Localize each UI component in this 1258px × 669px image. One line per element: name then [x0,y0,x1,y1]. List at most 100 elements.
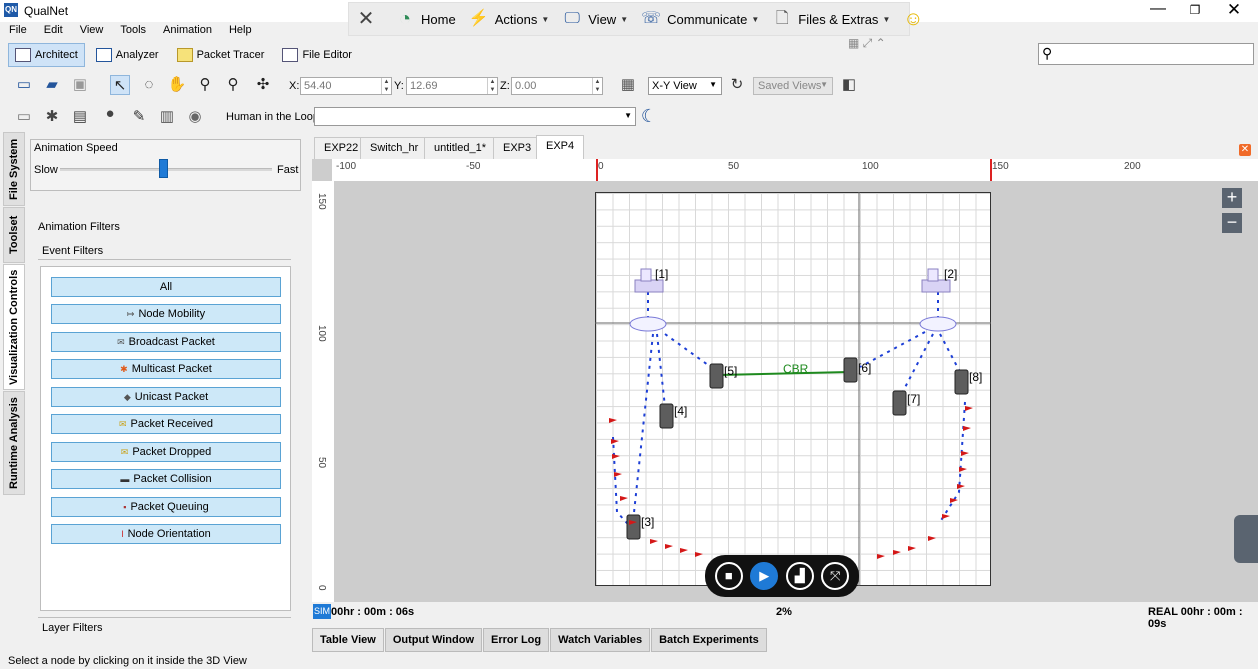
step-button[interactable]: ▟ [785,562,814,590]
search-input[interactable] [1038,43,1254,65]
menu-view[interactable]: View [71,22,112,38]
menu-tools[interactable]: Tools [111,22,154,38]
window-layout-icon[interactable]: ◧ [839,75,859,95]
run-config-icon[interactable]: ▭ [14,107,34,127]
filter-packet-queuing-button[interactable]: ▪ Packet Queuing [51,497,281,517]
spinner-icon[interactable]: ▲ ▼ [381,78,391,94]
mode-packet-tracer-label: Packet Tracer [196,49,265,61]
mode-packet-tracer[interactable]: Packet Tracer [170,43,272,67]
tab-untitled-1[interactable]: untitled_1* [424,137,496,159]
hitl-command-input[interactable]: ▼ [314,107,636,126]
grid-settings-icon[interactable]: ▦ [618,75,638,95]
broadcast-packet-icon: ✉ [117,337,125,347]
tab-output-window[interactable]: Output Window [384,628,482,652]
network-topology[interactable]: CBR [1] [2] [3] [4] [5] [6] [7] [8] [595,192,991,586]
tab-error-log[interactable]: Error Log [483,628,550,652]
filter-packet-dropped-button[interactable]: ✉ Packet Dropped [51,442,281,462]
filter-label: Multicast Packet [131,363,212,375]
waypoint-flags [609,406,973,559]
filter-all-button[interactable]: All [51,277,281,297]
architect-icon [15,48,31,62]
stop-button[interactable]: ■ [714,562,743,590]
z-label: Z: [500,80,510,92]
menu-file[interactable]: File [0,22,35,38]
tab-exp3[interactable]: EXP3 [493,137,542,159]
tab-switch-hr[interactable]: Switch_hr [360,137,429,159]
open-folder-icon[interactable]: ▰ [42,75,62,95]
actions-menu-button[interactable]: ⚡ Actions ▼ [468,8,550,30]
sidetab-visualization-controls[interactable]: Visualization Controls [3,264,25,390]
app-title: QualNet [24,4,69,18]
side-panel-handle[interactable] [1234,515,1258,563]
spinner-icon[interactable]: ▲ ▼ [592,78,602,94]
z-coordinate-field[interactable]: 0.00 ▲ ▼ [511,77,603,95]
view-menu-button[interactable]: 🖵 View ▼ [561,8,629,30]
filter-multicast-packet-button[interactable]: ✱ Multicast Packet [51,359,281,379]
pan-hand-icon[interactable]: ✋ [167,75,187,95]
sim-badge: SIM [313,604,331,619]
wireless-subnet-cloud-icon [919,316,957,332]
mode-analyzer[interactable]: Analyzer [89,43,166,67]
mode-architect[interactable]: Architect [8,43,85,67]
view-monitor-icon: 🖵 [564,10,580,27]
slider-thumb[interactable] [159,159,169,178]
feedback-button[interactable]: ☺ [902,8,929,30]
lasso-icon[interactable]: ◌ [139,75,159,95]
sidetab-file-system[interactable]: File System [3,132,25,206]
ruler-tick: 150 [992,161,1009,172]
x-coordinate-field[interactable]: 54.40 ▲ ▼ [300,77,392,95]
play-button[interactable]: ▶ [750,562,779,590]
menu-help[interactable]: Help [220,22,260,38]
clapperboard-icon[interactable]: ▤ [70,107,90,127]
saved-views-select[interactable]: Saved Views ▼ [753,77,833,95]
filter-packet-collision-button[interactable]: ▬ Packet Collision [51,469,281,489]
filter-node-mobility-button[interactable]: ↦ Node Mobility [51,304,281,324]
rotate-axes-icon[interactable]: ✣ [253,75,273,95]
communicate-menu-button[interactable]: ☏ Communicate ▼ [640,8,759,30]
zoom-region-icon[interactable]: ⚲ [223,75,243,95]
edit-notes-icon[interactable]: ✎ [129,107,149,127]
reset-view-icon[interactable]: ↻ [727,75,747,95]
ruler-extent-marker [990,159,992,181]
hitl-submit-icon[interactable]: ☾ [639,106,659,126]
filter-broadcast-packet-button[interactable]: ✉ Broadcast Packet [51,332,281,352]
select-pointer-icon[interactable]: ↖ [110,75,130,95]
filter-unicast-packet-button[interactable]: ◆ Unicast Packet [51,387,281,407]
status-message: Select a node by clicking on it inside t… [8,655,247,667]
tab-table-view[interactable]: Table View [312,628,384,652]
zoom-icon[interactable]: ⚲ [195,75,215,95]
home-button[interactable]: ◔ Home [394,8,456,30]
node-label: [8] [969,370,982,384]
spinner-icon[interactable]: ▲ ▼ [487,78,497,94]
tab-watch-variables[interactable]: Watch Variables [550,628,651,652]
close-tab-icon[interactable]: ✕ [1239,144,1251,156]
record-icon[interactable]: ● [100,104,120,124]
stats-chart-icon[interactable]: ▥ [157,107,177,127]
y-coordinate-field[interactable]: 12.69 ▲ ▼ [406,77,498,95]
close-file-button[interactable]: ✕ [355,8,382,30]
save-icon[interactable]: ▣ [70,75,90,95]
sidetab-toolset[interactable]: Toolset [3,207,25,263]
tab-exp4[interactable]: EXP4 [536,135,585,159]
minimize-button[interactable]: — [1138,0,1178,20]
fullscreen-icon[interactable]: ⤧ [821,562,850,590]
event-filters-header[interactable]: Event Filters [38,240,291,260]
menu-animation[interactable]: Animation [154,22,220,38]
mode-file-editor[interactable]: File Editor [275,43,359,67]
settings-gear-icon[interactable]: ✱ [42,107,62,127]
new-file-icon[interactable]: ▭ [14,75,34,95]
tab-batch-experiments[interactable]: Batch Experiments [651,628,767,652]
filter-packet-received-button[interactable]: ✉ Packet Received [51,414,281,434]
quickbar-collapse-controls[interactable]: ▦ ⤢ ⌃ [848,36,900,52]
camera-icon[interactable]: ◉ [185,107,205,127]
filter-node-orientation-button[interactable]: ǀ Node Orientation [51,524,281,544]
files-extras-menu-button[interactable]: 🗋 Files & Extras ▼ [771,8,891,30]
layer-filters-header[interactable]: Layer Filters [38,617,291,637]
zoom-out-button[interactable]: − [1222,213,1242,233]
zoom-in-button[interactable]: + [1222,188,1242,208]
close-window-button[interactable]: ✕ [1214,0,1254,20]
maximize-button[interactable]: ❐ [1178,0,1212,20]
view-select[interactable]: X-Y View ▼ [648,77,722,95]
sidetab-runtime-analysis[interactable]: Runtime Analysis [3,391,25,495]
menu-edit[interactable]: Edit [35,22,71,38]
